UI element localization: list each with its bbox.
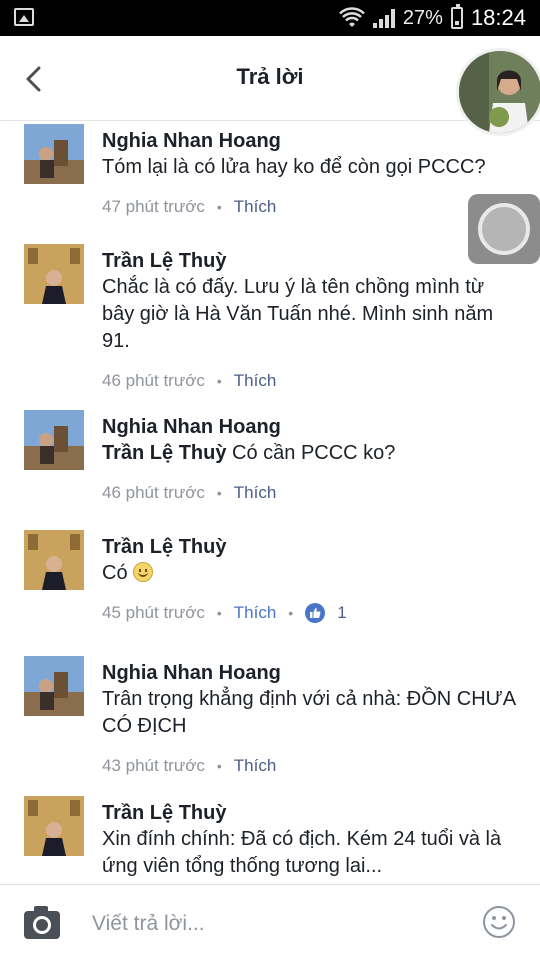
assistive-ring-icon (478, 203, 530, 255)
mention-link[interactable]: Trần Lệ Thuỳ (102, 442, 226, 464)
avatar[interactable] (24, 656, 84, 716)
clock: 18:24 (470, 5, 526, 30)
chat-head-bubble[interactable] (456, 48, 540, 136)
separator-dot: • (216, 758, 222, 774)
comment-author[interactable]: Nghia Nhan Hoang (102, 660, 516, 686)
avatar-photo-icon (24, 124, 84, 184)
comment-author[interactable]: Trần Lệ Thuỳ (102, 534, 516, 560)
comment-time: 47 phút trước (102, 197, 205, 216)
reply-composer (0, 884, 540, 961)
battery-icon (450, 4, 463, 29)
thumbs-up-icon[interactable] (305, 603, 326, 623)
like-button[interactable]: Thích (234, 603, 277, 623)
comment-time: 43 phút trước (102, 756, 205, 775)
avatar[interactable] (24, 796, 84, 856)
signal-icon (372, 8, 395, 28)
comment-time: 45 phút trước (102, 603, 205, 622)
comment-text: Có (102, 560, 516, 587)
camera-icon[interactable] (22, 903, 62, 941)
avatar-photo-icon (24, 410, 84, 470)
separator-dot: • (216, 199, 222, 215)
comment-author[interactable]: Trần Lệ Thuỳ (102, 800, 516, 826)
status-bar: 27% 18:24 (0, 0, 540, 36)
comment-text: Xin đính chính: Đã có địch. Kém 24 tuổi … (102, 828, 502, 877)
separator-dot: • (288, 605, 294, 621)
comment-list[interactable]: Nghia Nhan Hoang Tóm lại là có lửa hay k… (0, 120, 540, 884)
comment-text: Chắc là có đấy. Lưu ý là tên chồng mình … (102, 276, 494, 352)
like-count[interactable]: 1 (337, 603, 346, 623)
comment-author[interactable]: Nghia Nhan Hoang (102, 414, 516, 440)
chat-head-photo-icon (459, 51, 540, 133)
battery-percent: 27% (402, 6, 443, 29)
comment-time: 46 phút trước (102, 371, 205, 390)
avatar-photo-icon (24, 656, 84, 716)
comment-meta: 43 phút trước • Thích (102, 754, 516, 778)
avatar-photo-icon (24, 796, 84, 856)
comment-text: Trân trọng khẳng định với cả nhà: ĐỒN CH… (102, 688, 515, 737)
comment-text: Tóm lại là có lửa hay ko để còn gọi PCCC… (102, 156, 486, 178)
comment-meta: 46 phút trước • Thích (102, 369, 516, 393)
like-button[interactable]: Thích (234, 371, 277, 391)
comment-text-body: Có (102, 562, 134, 584)
comment-meta: 47 phút trước • Thích (102, 195, 516, 219)
comment-meta: 46 phút trước • Thích (102, 481, 516, 505)
thumbs-up-glyph-icon (310, 608, 321, 618)
separator-dot: • (216, 485, 222, 501)
avatar[interactable] (24, 410, 84, 470)
comment-time: 46 phút trước (102, 483, 205, 502)
smiley-icon[interactable] (482, 905, 516, 939)
comment-author[interactable]: Nghia Nhan Hoang (102, 128, 516, 154)
smile-emoji-icon (133, 562, 154, 582)
comment-text-body: Có cần PCCC ko? (226, 442, 396, 464)
avatar[interactable] (24, 124, 84, 184)
status-indicators: 27% 18:24 (339, 0, 526, 36)
image-notification-icon (14, 8, 34, 26)
avatar-photo-icon (24, 244, 84, 304)
reply-input[interactable] (90, 903, 454, 945)
wifi-icon (339, 7, 365, 27)
avatar[interactable] (24, 530, 84, 590)
avatar[interactable] (24, 244, 84, 304)
like-button[interactable]: Thích (234, 756, 277, 776)
like-button[interactable]: Thích (234, 483, 277, 503)
avatar-photo-icon (24, 530, 84, 590)
comment-author[interactable]: Trần Lệ Thuỳ (102, 248, 516, 274)
comment-meta: 45 phút trước • Thích • 1 (102, 601, 516, 625)
assistive-touch-button[interactable] (468, 194, 540, 264)
separator-dot: • (216, 373, 222, 389)
comment-text: Trần Lệ Thuỳ Có cần PCCC ko? (102, 440, 516, 467)
like-button[interactable]: Thích (234, 197, 277, 217)
separator-dot: • (216, 605, 222, 621)
